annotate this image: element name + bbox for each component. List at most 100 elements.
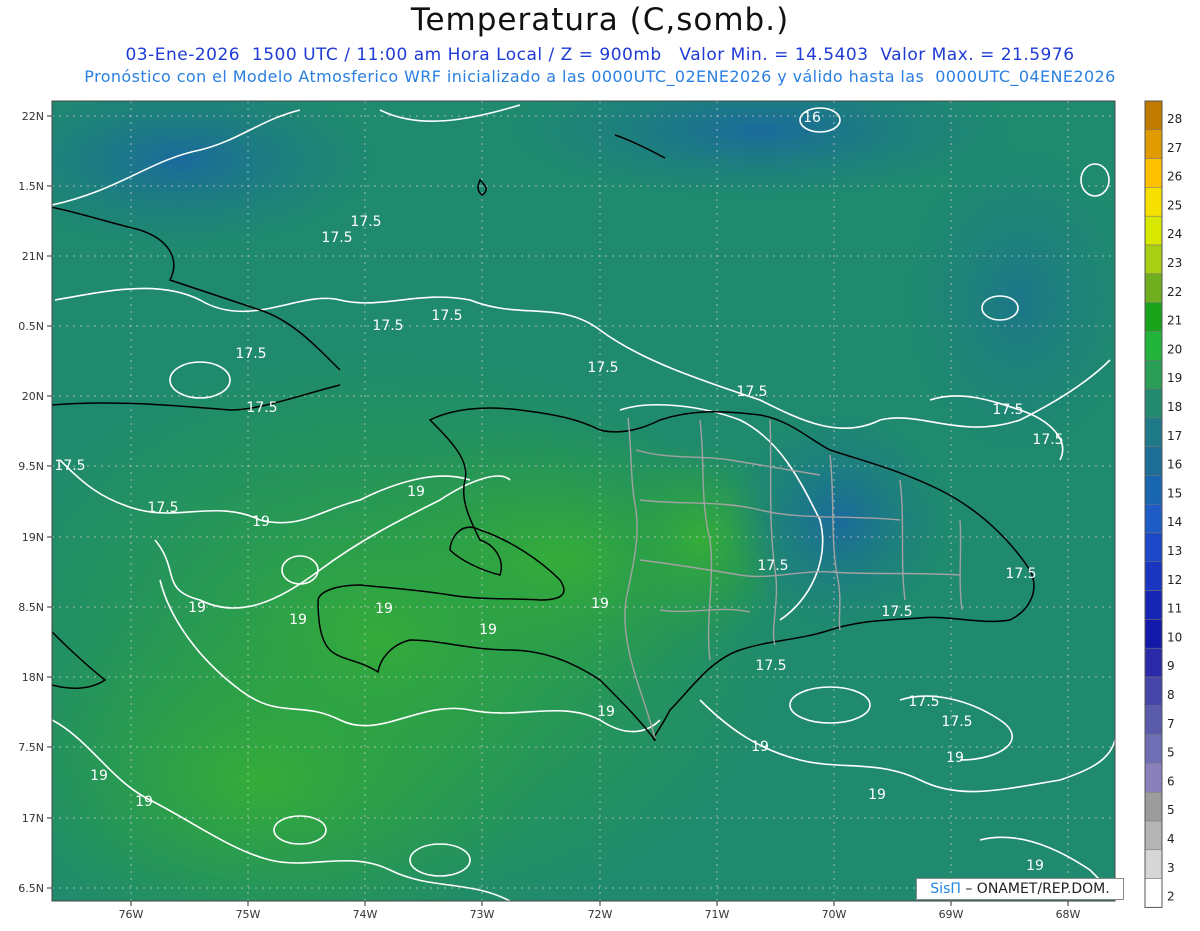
colorbar-label: 21 — [1167, 314, 1182, 328]
contour-label: 19 — [479, 622, 497, 638]
lat-tick-label: 20N — [22, 390, 44, 403]
colorbar-label: 12 — [1167, 573, 1182, 587]
colorbar-swatch — [1144, 878, 1163, 908]
colorbar-label: 28 — [1167, 112, 1182, 126]
colorbar-swatch — [1144, 244, 1163, 275]
contour-label: 17.5 — [1032, 432, 1063, 448]
colorbar-label: 18 — [1167, 400, 1182, 414]
contour-label: 19 — [868, 787, 886, 803]
colorbar-label: 3 — [1167, 861, 1175, 875]
colorbar-swatch — [1144, 215, 1163, 246]
colorbar-swatch — [1144, 302, 1163, 332]
sistpi-logo: SisΠ — [930, 881, 961, 897]
temperature-field — [52, 101, 1115, 901]
contour-label: 16 — [803, 110, 821, 126]
lat-tick-label: 17N — [22, 812, 44, 825]
colorbar-label: 5 — [1167, 746, 1175, 760]
contour-label: 17.5 — [147, 500, 178, 516]
contour-label: 17.5 — [881, 604, 912, 620]
colorbar-label: 10 — [1167, 630, 1182, 644]
colorbar-swatch — [1144, 417, 1163, 447]
contour-label: 19 — [597, 704, 615, 720]
contour-label: 19 — [751, 739, 769, 755]
colorbar-swatch — [1144, 763, 1163, 793]
colorbar-label: 14 — [1167, 515, 1182, 529]
lat-tick-label: 6.5N — [18, 882, 44, 895]
contour-label: 17.5 — [757, 558, 788, 574]
contour-label: 17.5 — [1005, 566, 1036, 582]
lon-tick-label: 73W — [470, 908, 495, 921]
contour-label: 17.5 — [908, 694, 939, 710]
lat-tick-label: 22N — [22, 110, 44, 123]
colorbar-label: 13 — [1167, 544, 1182, 558]
contour-label: 17.5 — [431, 308, 462, 324]
credit-box: SisΠ – ONAMET/REP.DOM. — [916, 878, 1124, 900]
lat-tick-label: 18N — [22, 671, 44, 684]
colorbar-label: 27 — [1167, 141, 1182, 155]
map-container: 22N 1.5N 21N 0.5N 20N 9.5N 19N 8.5N 18N 7.5N 17N 6.… — [0, 0, 1200, 927]
colorbar-swatch — [1144, 820, 1163, 851]
lat-tick-label: 0.5N — [18, 320, 44, 333]
lat-tick-label: 9.5N — [18, 460, 44, 473]
lat-tick-label: 19N — [22, 531, 44, 544]
colorbar-label: 24 — [1167, 227, 1182, 241]
colorbar-label: 6 — [1167, 774, 1175, 788]
colorbar-label: 20 — [1167, 342, 1182, 356]
contour-label: 19 — [407, 484, 425, 500]
colorbar-swatch — [1144, 158, 1163, 188]
colorbar-swatch — [1144, 503, 1163, 534]
contour-label: 19 — [135, 794, 153, 810]
colorbar-swatch — [1144, 388, 1163, 419]
colorbar-swatch — [1144, 129, 1163, 159]
colorbar-swatch — [1144, 359, 1163, 390]
contour-label: 17.5 — [587, 360, 618, 376]
contour-label: 19 — [188, 600, 206, 616]
colorbar-swatch — [1144, 187, 1163, 217]
colorbar-swatch — [1144, 532, 1163, 563]
contour-label: 19 — [252, 514, 270, 530]
colorbar-label: 11 — [1167, 602, 1182, 616]
lat-tick-label: 1.5N — [18, 180, 44, 193]
colorbar-swatch — [1144, 273, 1163, 303]
colorbar-swatch — [1144, 590, 1163, 620]
colorbar-label: 4 — [1167, 832, 1175, 846]
colorbar-swatch — [1144, 676, 1163, 707]
colorbar-swatch — [1144, 791, 1163, 822]
colorbar-label: 16 — [1167, 458, 1182, 472]
lon-tick-label: 69W — [939, 908, 964, 921]
colorbar-label: 19 — [1167, 371, 1182, 385]
contour-label: 17.5 — [372, 318, 403, 334]
colorbar-label: 23 — [1167, 256, 1182, 270]
colorbar-label: 9 — [1167, 659, 1175, 673]
colorbar-label: 25 — [1167, 198, 1182, 212]
contour-label: 19 — [1026, 858, 1044, 874]
lon-tick-label: 68W — [1056, 908, 1081, 921]
contour-label: 17.5 — [941, 714, 972, 730]
colorbar-swatch — [1144, 331, 1163, 361]
colorbar-label: 5 — [1167, 803, 1175, 817]
contour-label: 17.5 — [736, 384, 767, 400]
contour-label: 19 — [289, 612, 307, 628]
colorbar-swatch — [1144, 849, 1163, 879]
contour-label: 17.5 — [321, 230, 352, 246]
colorbar: 2827262524232221201918171615141312111098… — [1144, 100, 1182, 908]
lon-tick-label: 76W — [119, 908, 144, 921]
contour-label: 17.5 — [992, 402, 1023, 418]
contour-label: 17.5 — [246, 400, 277, 416]
longitude-axis: 76W 75W 74W 73W 72W 71W 70W 69W 68W — [119, 901, 1081, 921]
lon-tick-label: 71W — [705, 908, 730, 921]
colorbar-swatch — [1144, 100, 1163, 131]
colorbar-swatch — [1144, 475, 1163, 505]
colorbar-label: 22 — [1167, 285, 1182, 299]
contour-label: 17.5 — [54, 458, 85, 474]
colorbar-label: 15 — [1167, 486, 1182, 500]
contour-label: 19 — [946, 750, 964, 766]
colorbar-swatch — [1144, 446, 1163, 476]
lon-tick-label: 72W — [588, 908, 613, 921]
contour-label: 19 — [90, 768, 108, 784]
lon-tick-label: 75W — [236, 908, 261, 921]
lat-tick-label: 8.5N — [18, 601, 44, 614]
latitude-axis: 22N 1.5N 21N 0.5N 20N 9.5N 19N 8.5N 18N 7.5N 17N 6.… — [18, 110, 52, 895]
colorbar-swatch — [1144, 734, 1163, 764]
colorbar-label: 2 — [1167, 890, 1175, 904]
